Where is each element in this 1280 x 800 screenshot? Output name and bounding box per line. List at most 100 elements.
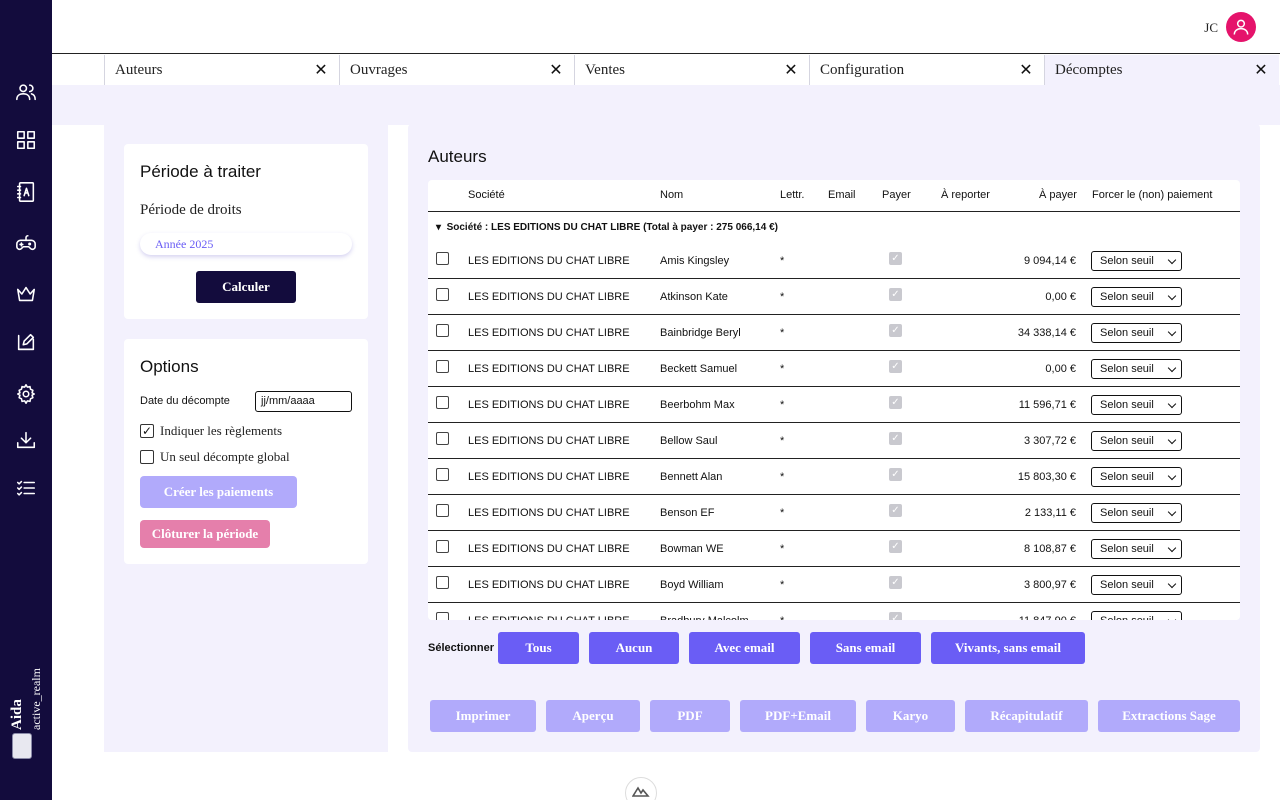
force-payment-select[interactable]: Selon seuil: [1091, 323, 1182, 343]
force-payment-select[interactable]: Selon seuil: [1091, 395, 1182, 415]
force-payment-select[interactable]: Selon seuil: [1091, 359, 1182, 379]
gamepad-icon[interactable]: [14, 232, 38, 256]
grid-icon[interactable]: [14, 128, 38, 152]
row-checkbox[interactable]: [436, 360, 449, 373]
force-payment-select[interactable]: Selon seuil: [1091, 251, 1182, 271]
cell-lettr: *: [780, 291, 785, 303]
row-checkbox[interactable]: [436, 432, 449, 445]
check-row-global[interactable]: Un seul décompte global: [140, 449, 290, 465]
cell-apayer: 0,00 €: [1045, 291, 1076, 303]
create-payments-button[interactable]: Créer les paiements: [140, 476, 297, 508]
table-row[interactable]: LES EDITIONS DU CHAT LIBRE Benson EF * ✓ 2 1…: [428, 495, 1240, 531]
col-email[interactable]: Email: [828, 189, 856, 201]
table-row[interactable]: LES EDITIONS DU CHAT LIBRE Amis Kingsley *…: [428, 243, 1240, 279]
cell-nom: Bainbridge Beryl: [660, 327, 741, 339]
checkbox-checked[interactable]: ✓: [140, 424, 154, 438]
table-row[interactable]: LES EDITIONS DU CHAT LIBRE Boyd William * ✓…: [428, 567, 1240, 603]
tab-decomptes[interactable]: Décomptes ✕: [1044, 55, 1279, 85]
col-nom[interactable]: Nom: [660, 189, 683, 201]
check-row-reglements[interactable]: ✓ Indiquer les règlements: [140, 423, 282, 439]
download-icon[interactable]: [14, 428, 38, 452]
row-checkbox[interactable]: [436, 504, 449, 517]
users-icon[interactable]: [14, 80, 38, 104]
avatar[interactable]: [1226, 12, 1256, 42]
book-icon[interactable]: [14, 180, 38, 204]
pdf-button[interactable]: PDF: [650, 700, 730, 732]
row-checkbox[interactable]: [436, 612, 449, 620]
payer-checkbox: ✓: [889, 288, 902, 301]
cell-nom: Beckett Samuel: [660, 363, 738, 375]
row-checkbox[interactable]: [436, 540, 449, 553]
checklist-icon[interactable]: [14, 476, 38, 500]
close-icon[interactable]: ✕: [548, 60, 564, 80]
row-checkbox[interactable]: [436, 468, 449, 481]
row-checkbox[interactable]: [436, 324, 449, 337]
force-payment-select[interactable]: Selon seuil: [1091, 467, 1182, 487]
payer-checkbox: ✓: [889, 396, 902, 409]
row-checkbox[interactable]: [436, 396, 449, 409]
payer-checkbox: ✓: [889, 360, 902, 373]
close-icon[interactable]: ✕: [1253, 60, 1269, 80]
select-without-email-button[interactable]: Sans email: [810, 632, 921, 664]
select-all-button[interactable]: Tous: [498, 632, 579, 664]
edit-book-icon[interactable]: [14, 330, 38, 354]
close-period-button[interactable]: Clôturer la période: [140, 520, 270, 548]
app-logo-icon[interactable]: [625, 777, 657, 800]
close-icon[interactable]: ✕: [313, 60, 329, 80]
tab-ventes[interactable]: Ventes ✕: [574, 55, 809, 85]
crown-icon[interactable]: [14, 282, 38, 306]
select-with-email-button[interactable]: Avec email: [689, 632, 800, 664]
select-living-no-email-button[interactable]: Vivants, sans email: [931, 632, 1085, 664]
cell-lettr: *: [780, 435, 785, 447]
col-lettr[interactable]: Lettr.: [780, 189, 804, 201]
checkbox[interactable]: [140, 450, 154, 464]
cell-nom: Benson EF: [660, 507, 715, 519]
force-payment-select[interactable]: Selon seuil: [1091, 575, 1182, 595]
col-societe[interactable]: Société: [468, 189, 505, 201]
cell-societe: LES EDITIONS DU CHAT LIBRE: [468, 543, 630, 555]
table-row[interactable]: LES EDITIONS DU CHAT LIBRE Bennett Alan * ✓…: [428, 459, 1240, 495]
cell-apayer: 11 596,71 €: [1018, 399, 1076, 411]
col-apayer[interactable]: À payer: [1039, 189, 1077, 201]
force-payment-select[interactable]: Selon seuil: [1091, 539, 1182, 559]
date-input[interactable]: jj/mm/aaaa: [255, 391, 352, 412]
summary-button[interactable]: Récapitulatif: [965, 700, 1088, 732]
select-none-button[interactable]: Aucun: [589, 632, 679, 664]
table-row[interactable]: LES EDITIONS DU CHAT LIBRE Bradbury Malco…: [428, 603, 1240, 620]
tab-auteurs[interactable]: Auteurs ✕: [104, 55, 339, 85]
col-payer[interactable]: Payer: [882, 189, 911, 201]
cell-apayer: 15 803,30 €: [1017, 471, 1076, 483]
table-row[interactable]: LES EDITIONS DU CHAT LIBRE Beckett Samuel…: [428, 351, 1240, 387]
table-row[interactable]: LES EDITIONS DU CHAT LIBRE Bainbridge Ber…: [428, 315, 1240, 351]
print-button[interactable]: Imprimer: [430, 700, 536, 732]
force-payment-select[interactable]: Selon seuil: [1091, 611, 1182, 620]
force-payment-select[interactable]: Selon seuil: [1091, 287, 1182, 307]
force-payment-select[interactable]: Selon seuil: [1091, 431, 1182, 451]
options-card: Options Date du décompte jj/mm/aaaa ✓ In…: [124, 339, 368, 564]
row-checkbox[interactable]: [436, 252, 449, 265]
period-card: Période à traiter Période de droits Anné…: [124, 144, 368, 319]
sage-extract-button[interactable]: Extractions Sage: [1098, 700, 1240, 732]
col-reporter[interactable]: À reporter: [941, 189, 990, 201]
cell-lettr: *: [780, 399, 785, 411]
row-checkbox[interactable]: [436, 288, 449, 301]
table-row[interactable]: LES EDITIONS DU CHAT LIBRE Bowman WE * ✓ 8 1…: [428, 531, 1240, 567]
cell-societe: LES EDITIONS DU CHAT LIBRE: [468, 435, 630, 447]
col-forcer[interactable]: Forcer le (non) paiement: [1092, 189, 1212, 201]
period-select[interactable]: Année 2025: [140, 233, 352, 255]
close-icon[interactable]: ✕: [1018, 60, 1034, 80]
calculate-button[interactable]: Calculer: [196, 271, 296, 303]
group-row[interactable]: ▾ Société : LES EDITIONS DU CHAT LIBRE (…: [428, 212, 1240, 243]
pdf-email-button[interactable]: PDF+Email: [740, 700, 856, 732]
close-icon[interactable]: ✕: [783, 60, 799, 80]
row-checkbox[interactable]: [436, 576, 449, 589]
table-row[interactable]: LES EDITIONS DU CHAT LIBRE Beerbohm Max * ✓…: [428, 387, 1240, 423]
table-row[interactable]: LES EDITIONS DU CHAT LIBRE Atkinson Kate *…: [428, 279, 1240, 315]
tab-ouvrages[interactable]: Ouvrages ✕: [339, 55, 574, 85]
karyo-button[interactable]: Karyo: [866, 700, 955, 732]
table-row[interactable]: LES EDITIONS DU CHAT LIBRE Bellow Saul * ✓ 3…: [428, 423, 1240, 459]
preview-button[interactable]: Aperçu: [546, 700, 640, 732]
tab-configuration[interactable]: Configuration ✕: [809, 55, 1044, 85]
force-payment-select[interactable]: Selon seuil: [1091, 503, 1182, 523]
gear-icon[interactable]: [14, 382, 38, 406]
